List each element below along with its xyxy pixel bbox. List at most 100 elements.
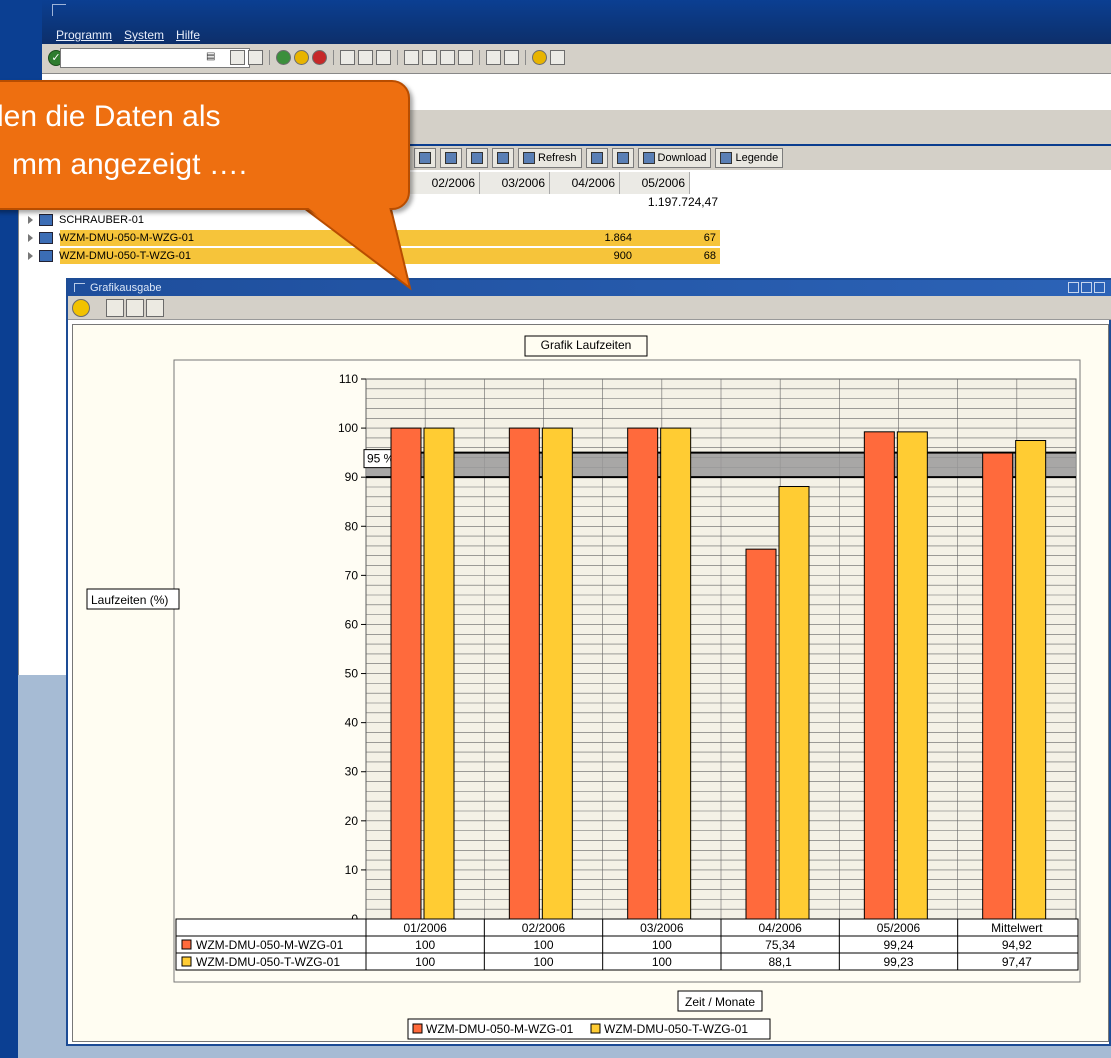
last-page-icon[interactable] [458,50,473,65]
menu-hilfe[interactable]: Hilfe [176,28,200,42]
legend-entry: WZM-DMU-050-T-WZG-01 [604,1022,748,1036]
y-tick-label: 60 [345,617,359,631]
print-icon[interactable] [126,299,144,317]
x-tick-label: 01/2006 [403,921,447,935]
menu-programm[interactable]: Programm [56,28,112,42]
x-tick-label: 02/2006 [522,921,566,935]
back-icon[interactable] [72,299,90,317]
export-icon[interactable] [146,299,164,317]
chart-area: Grafik Laufzeiten95 %0102030405060708090… [72,324,1109,1042]
cell-value: 67 [703,232,716,244]
expand-triangle-icon[interactable] [28,252,33,260]
callout-bubble: den die Daten als mm angezeigt …. [0,80,410,210]
help-icon[interactable] [532,50,547,65]
collapse-icon [445,152,457,164]
command-history-dropdown-icon[interactable]: ▤ [206,51,218,65]
column-header[interactable]: 03/2006 [480,172,550,194]
chart-button[interactable] [611,148,634,168]
column-header[interactable]: 02/2006 [410,172,480,194]
export-button[interactable] [585,148,608,168]
exit-icon[interactable] [294,50,309,65]
details-icon [471,152,483,164]
total-value: 1.197.724,47 [647,195,718,209]
first-page-icon[interactable] [404,50,419,65]
new-session-icon[interactable] [486,50,501,65]
tree-row-label: WZM-DMU-050-T-WZG-01 [59,250,191,262]
save-icon[interactable] [106,299,124,317]
expand-triangle-icon[interactable] [28,216,33,224]
back-icon[interactable] [276,50,291,65]
hierarchy-button[interactable] [492,148,514,168]
back-arrow-icon[interactable] [230,50,245,65]
layout-menu-icon[interactable] [550,50,565,65]
command-field[interactable] [60,48,250,68]
bar [863,431,895,920]
close-icon[interactable] [1094,282,1105,293]
tool-icon [39,232,53,244]
y-tick-label: 70 [345,568,359,582]
series-name: WZM-DMU-050-M-WZG-01 [196,938,344,952]
legend-swatch [590,1023,601,1034]
collapse-all-button[interactable] [440,148,462,168]
bar [541,427,573,920]
legend-icon [720,152,733,164]
toolbar-separator [333,50,334,65]
maximize-icon[interactable] [1081,282,1092,293]
column-header[interactable]: 05/2006 [620,172,690,194]
cancel-icon[interactable] [312,50,327,65]
legend-label: Legende [735,152,779,164]
y-tick-label: 100 [338,421,358,435]
table-value: 88,1 [768,955,792,969]
toolbar-separator [479,50,480,65]
bar-chart: Grafik Laufzeiten95 %0102030405060708090… [86,335,1081,1040]
x-tick-label: Mittelwert [991,921,1043,935]
x-tick-label: 05/2006 [877,921,921,935]
next-page-icon[interactable] [440,50,455,65]
tree-row[interactable]: WZM-DMU-050-T-WZG-01 [28,248,191,264]
download-label: Download [657,152,707,164]
tree-row[interactable]: SCHRAUBER-01 [28,212,144,228]
toolbar-separator [269,50,270,65]
print-icon[interactable] [340,50,355,65]
bar [390,427,422,920]
chart-dialog: Grafikausgabe Grafik Laufzeiten95 %01020… [66,278,1111,1046]
tool-icon [39,250,53,262]
alv-column-headers: 02/2006 03/2006 04/2006 05/2006 [410,172,690,194]
dialog-title-bar[interactable]: Grafikausgabe [68,280,1111,296]
legend-button[interactable]: Legende [715,148,784,168]
shortcut-icon[interactable] [504,50,519,65]
dialog-menu-icon[interactable] [74,283,85,292]
export-icon [590,152,603,164]
bar [982,452,1014,920]
table-value: 97,47 [1002,955,1032,969]
bar [896,431,928,920]
chart-icon [616,152,629,164]
series-swatch [181,956,192,967]
expand-triangle-icon[interactable] [28,234,33,242]
y-tick-label: 110 [339,372,358,386]
expand-all-button[interactable] [414,148,436,168]
previous-page-icon[interactable] [422,50,437,65]
details-button[interactable] [466,148,488,168]
series-name: WZM-DMU-050-T-WZG-01 [196,955,340,969]
download-button[interactable]: Download [637,148,712,168]
menu-system[interactable]: System [124,28,164,42]
system-menu-icon[interactable] [52,4,66,16]
find-next-icon[interactable] [376,50,391,65]
table-value: 100 [415,955,435,969]
find-icon[interactable] [358,50,373,65]
table-value: 100 [652,938,672,952]
minimize-icon[interactable] [1068,282,1079,293]
tree-row-label: WZM-DMU-050-M-WZG-01 [59,232,195,244]
refresh-button[interactable]: Refresh [518,148,582,168]
column-header[interactable]: 04/2006 [550,172,620,194]
cell-value: 1.864 [604,232,632,244]
x-axis-label: Zeit / Monate [685,995,755,1009]
series-swatch [181,939,192,950]
refresh-label: Refresh [538,152,577,164]
table-value: 100 [533,938,553,952]
save-icon[interactable] [248,50,263,65]
standard-toolbar: ✓ ▤ [42,44,1111,74]
bar [778,486,810,920]
tree-row[interactable]: WZM-DMU-050-M-WZG-01 [28,230,194,246]
